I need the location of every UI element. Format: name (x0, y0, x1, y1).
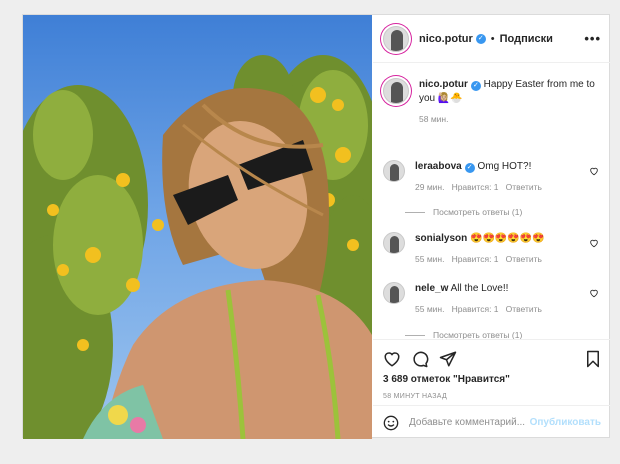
author-username[interactable]: nico.potur (419, 33, 473, 45)
view-replies-button[interactable]: Посмотреть ответы (1) (405, 207, 522, 217)
post-photo[interactable] (23, 15, 372, 439)
action-icons (383, 348, 601, 370)
caption-body: nico.potur ✓ Happy Easter from me to you … (419, 78, 601, 126)
caption-author-avatar[interactable] (383, 78, 409, 104)
add-comment-input[interactable] (409, 417, 529, 428)
publish-button[interactable]: Опубликовать (530, 417, 601, 428)
comment-body: leraabova ✓ Omg HOT?! 29 мин. Нравится: 1… (415, 160, 585, 194)
save-bookmark-icon[interactable] (585, 350, 601, 368)
comment-meta: 55 мин. Нравится: 1 Ответить (415, 302, 585, 316)
comment-likes[interactable]: Нравится: 1 (452, 304, 499, 314)
comment-like-heart-icon[interactable] (589, 238, 599, 248)
verified-badge-icon: ✓ (470, 81, 481, 91)
post-header: nico.potur ✓ • Подписки ••• (373, 15, 611, 63)
commenter-avatar[interactable] (383, 282, 405, 304)
comment-meta: 29 мин. Нравится: 1 Ответить (415, 180, 585, 194)
comment-username[interactable]: sonialyson (415, 233, 467, 244)
post-side-panel: nico.potur ✓ • Подписки ••• nico.potur ✓ … (373, 15, 611, 439)
comment-body: nele_w All the Love!! 55 мин. Нравится: … (415, 282, 585, 316)
reply-button[interactable]: Ответить (506, 182, 542, 192)
follow-button[interactable]: Подписки (500, 33, 553, 45)
comment-text: All the Love!! (450, 283, 509, 294)
post-timestamp: 58 МИНУТ НАЗАД (383, 393, 448, 400)
comment-bubble-icon[interactable] (411, 350, 429, 368)
comment-likes[interactable]: Нравится: 1 (452, 182, 499, 192)
comment-item: leraabova ✓ Omg HOT?! 29 мин. Нравится: 1… (383, 160, 601, 194)
comment-like-heart-icon[interactable] (589, 166, 599, 176)
comment-time: 55 мин. (415, 254, 445, 264)
share-paper-plane-icon[interactable] (439, 350, 457, 368)
instagram-post: nico.potur ✓ • Подписки ••• nico.potur ✓ … (22, 14, 611, 439)
comment-text: 😍😍😍😍😍😍 (470, 233, 545, 244)
comment-text: Omg HOT?! (477, 161, 532, 172)
reply-button[interactable]: Ответить (506, 304, 542, 314)
commenter-avatar[interactable] (383, 232, 405, 254)
commenter-avatar[interactable] (383, 160, 405, 182)
separator-dot: • (490, 32, 495, 45)
comment-like-heart-icon[interactable] (589, 288, 599, 298)
verified-badge-icon: ✓ (475, 33, 486, 44)
comments-list[interactable]: nico.potur ✓ Happy Easter from me to you … (373, 64, 611, 340)
reply-button[interactable]: Ответить (506, 254, 542, 264)
emoji-smile-icon[interactable] (383, 415, 399, 431)
post-actions: 3 689 отметок "Нравится" 58 МИНУТ НАЗАД (373, 339, 611, 400)
likes-count[interactable]: 3 689 отметок "Нравится" (383, 374, 601, 385)
comment-likes[interactable]: Нравится: 1 (452, 254, 499, 264)
comment-time: 55 мин. (415, 304, 445, 314)
like-heart-icon[interactable] (383, 350, 401, 368)
more-options-icon[interactable]: ••• (584, 31, 601, 46)
verified-badge-icon: ✓ (464, 163, 475, 173)
post-caption: nico.potur ✓ Happy Easter from me to you … (383, 64, 601, 126)
post-photo-illustration (23, 55, 372, 439)
author-avatar[interactable] (383, 25, 409, 52)
comment-username[interactable]: leraabova (415, 161, 462, 172)
comment-item: sonialyson 😍😍😍😍😍😍 55 мин. Нравится: 1 От… (383, 232, 601, 266)
comment-item: nele_w All the Love!! 55 мин. Нравится: … (383, 282, 601, 316)
caption-username[interactable]: nico.potur (419, 79, 468, 90)
comment-meta: 55 мин. Нравится: 1 Ответить (415, 252, 585, 266)
comment-username[interactable]: nele_w (415, 283, 448, 294)
caption-time: 58 мин. (419, 114, 449, 124)
comment-time: 29 мин. (415, 182, 445, 192)
add-comment-bar: Опубликовать (373, 405, 611, 439)
comment-body: sonialyson 😍😍😍😍😍😍 55 мин. Нравится: 1 От… (415, 232, 585, 266)
